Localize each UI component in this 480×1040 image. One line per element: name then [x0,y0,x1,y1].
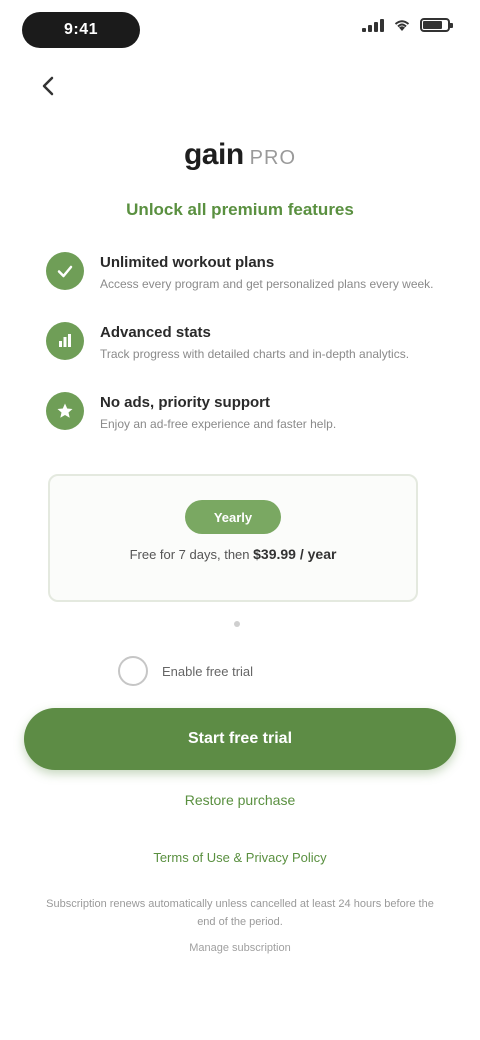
plan-price: Free for 7 days, then $39.99 / year [50,546,416,562]
chart-icon [46,322,84,360]
logo-sub: PRO [249,147,296,169]
battery-icon [420,18,453,32]
check-icon [46,252,84,290]
signal-icon [362,18,384,32]
manage-subscription-link[interactable]: Manage subscription [0,942,480,954]
legal-text: Subscription renews automatically unless… [46,898,434,928]
feature-item: Unlimited workout plans Access every pro… [46,248,446,318]
feature-desc: Access every program and get personalize… [100,277,434,291]
start-trial-button[interactable]: Start free trial [24,708,456,770]
logo-word: gain [183,138,244,171]
page-subtitle: Unlock all premium features [126,200,354,219]
star-icon [46,392,84,430]
page-indicator-dot [234,621,240,627]
feature-title: Advanced stats [100,324,211,341]
feature-desc: Track progress with detailed charts and … [100,347,410,361]
status-time: 9:41 [22,12,140,48]
wifi-icon [394,20,410,31]
free-trial-toggle[interactable]: Enable free trial [118,656,253,686]
plan-card[interactable]: Yearly Free for 7 days, then $39.99 / ye… [48,474,418,602]
app-logo: gain PRO [0,138,480,172]
feature-desc: Enjoy an ad-free experience and faster h… [100,417,337,431]
checkbox[interactable] [118,656,148,686]
terms-link[interactable]: Terms of Use & Privacy Policy [0,850,480,865]
status-bar: 9:41 [0,0,480,62]
plan-price-prefix: Free for 7 days, then [129,547,250,562]
checkbox-label: Enable free trial [162,663,254,679]
back-button[interactable] [30,68,66,104]
feature-item: Advanced stats Track progress with detai… [46,318,446,388]
feature-list: Unlimited workout plans Access every pro… [46,248,446,458]
chevron-left-icon [42,76,54,96]
plan-price-value: $39.99 / year [253,546,337,562]
feature-title: No ads, priority support [100,394,271,411]
plan-badge: Yearly [185,500,281,534]
feature-item: No ads, priority support Enjoy an ad-fre… [46,388,446,458]
restore-purchase-link[interactable]: Restore purchase [0,792,480,808]
feature-title: Unlimited workout plans [100,254,275,271]
status-icons [362,18,453,32]
